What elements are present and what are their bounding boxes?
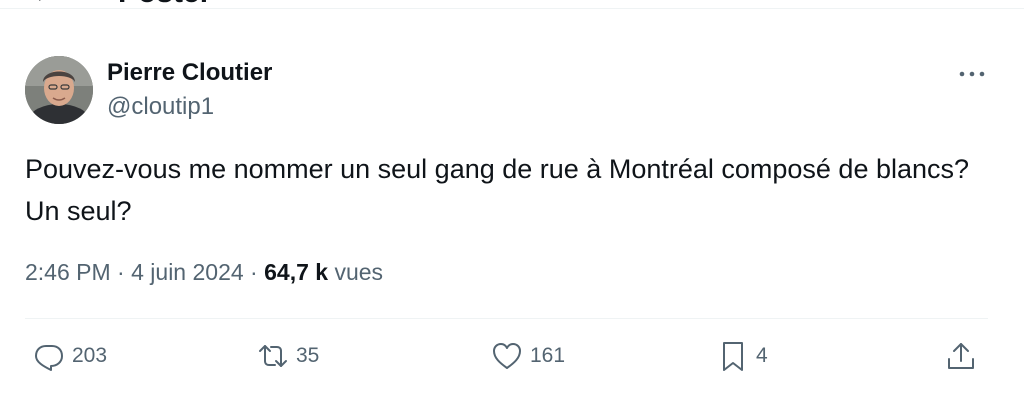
divider (25, 318, 988, 319)
back-arrow-icon[interactable]: ← (30, 0, 58, 8)
like-button[interactable]: 161 (490, 336, 565, 376)
views-count: 64,7 k (264, 259, 329, 285)
top-divider (0, 8, 1024, 9)
repost-icon (259, 345, 287, 367)
share-button[interactable] (944, 336, 978, 376)
top-bar: ← Poster (0, 0, 1024, 9)
author-name[interactable]: Pierre Cloutier (107, 58, 272, 88)
share-icon (948, 343, 974, 369)
reply-icon (35, 345, 63, 371)
page-title: Poster (118, 0, 211, 8)
meta-separator: · (250, 259, 258, 285)
repost-button[interactable]: 35 (256, 336, 319, 376)
repost-count: 35 (296, 344, 320, 367)
reply-button[interactable]: 203 (32, 336, 107, 376)
avatar-image (25, 56, 93, 124)
bookmark-icon (723, 342, 743, 371)
tweet-meta: 2:46 PM · 4 juin 2024 · 64,7 k vues (25, 256, 383, 288)
bookmark-button[interactable]: 4 (716, 336, 768, 376)
tweet-page: ← Poster Pierre Cloutier @cloutip1 Pouve… (0, 0, 1024, 402)
tweet-date[interactable]: 4 juin 2024 (131, 259, 244, 285)
like-count: 161 (530, 344, 566, 367)
meta-separator: · (117, 259, 125, 285)
author-handle[interactable]: @cloutip1 (107, 92, 214, 122)
tweet-text: Pouvez-vous me nommer un seul gang de ru… (25, 154, 970, 226)
more-icon[interactable] (955, 62, 989, 86)
like-icon (493, 343, 521, 369)
views-label: vues (334, 259, 384, 285)
bookmark-count: 4 (756, 344, 768, 367)
tweet-time[interactable]: 2:46 PM (25, 259, 111, 285)
avatar[interactable] (25, 56, 93, 124)
reply-count: 203 (72, 344, 108, 367)
